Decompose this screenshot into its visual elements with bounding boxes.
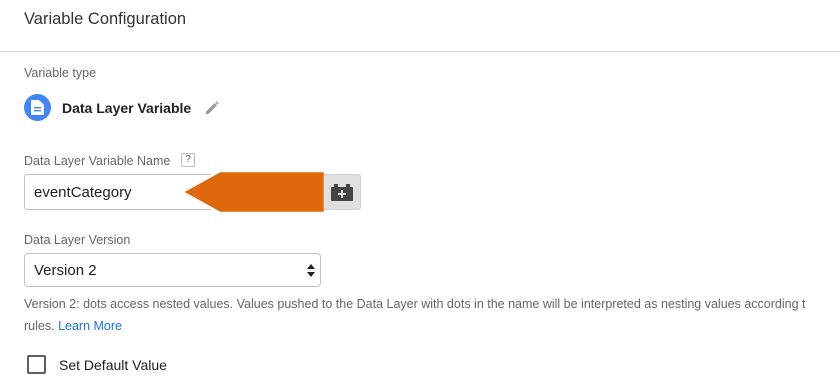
pencil-icon[interactable] bbox=[204, 100, 220, 116]
help-icon[interactable]: ? bbox=[181, 153, 195, 167]
learn-more-link[interactable]: Learn More bbox=[58, 319, 122, 333]
set-default-value-checkbox[interactable] bbox=[27, 355, 46, 374]
help-text-line-2: rules. Learn More bbox=[24, 315, 840, 337]
add-variable-icon bbox=[331, 184, 353, 201]
variable-type-name: Data Layer Variable bbox=[62, 100, 192, 116]
dl-version-help: Version 2: dots access nested values. Va… bbox=[24, 293, 840, 337]
variable-picker-button[interactable] bbox=[324, 174, 361, 210]
dl-version-label: Data Layer Version bbox=[24, 233, 131, 247]
set-default-value-label: Set Default Value bbox=[59, 357, 167, 373]
help-text-rules: rules. bbox=[24, 319, 55, 333]
dlv-name-label: Data Layer Variable Name bbox=[24, 154, 171, 168]
help-text-line-1: Version 2: dots access nested values. Va… bbox=[24, 297, 806, 311]
dl-version-select[interactable]: Version 2 bbox=[24, 253, 321, 287]
section-header: Variable Configuration bbox=[0, 0, 840, 52]
variable-type-label: Variable type bbox=[24, 66, 97, 80]
document-icon bbox=[24, 94, 51, 121]
select-arrows-icon bbox=[307, 264, 315, 277]
annotation-arrow bbox=[180, 169, 327, 215]
section-title: Variable Configuration bbox=[24, 10, 187, 28]
dl-version-selected: Version 2 bbox=[34, 262, 97, 279]
